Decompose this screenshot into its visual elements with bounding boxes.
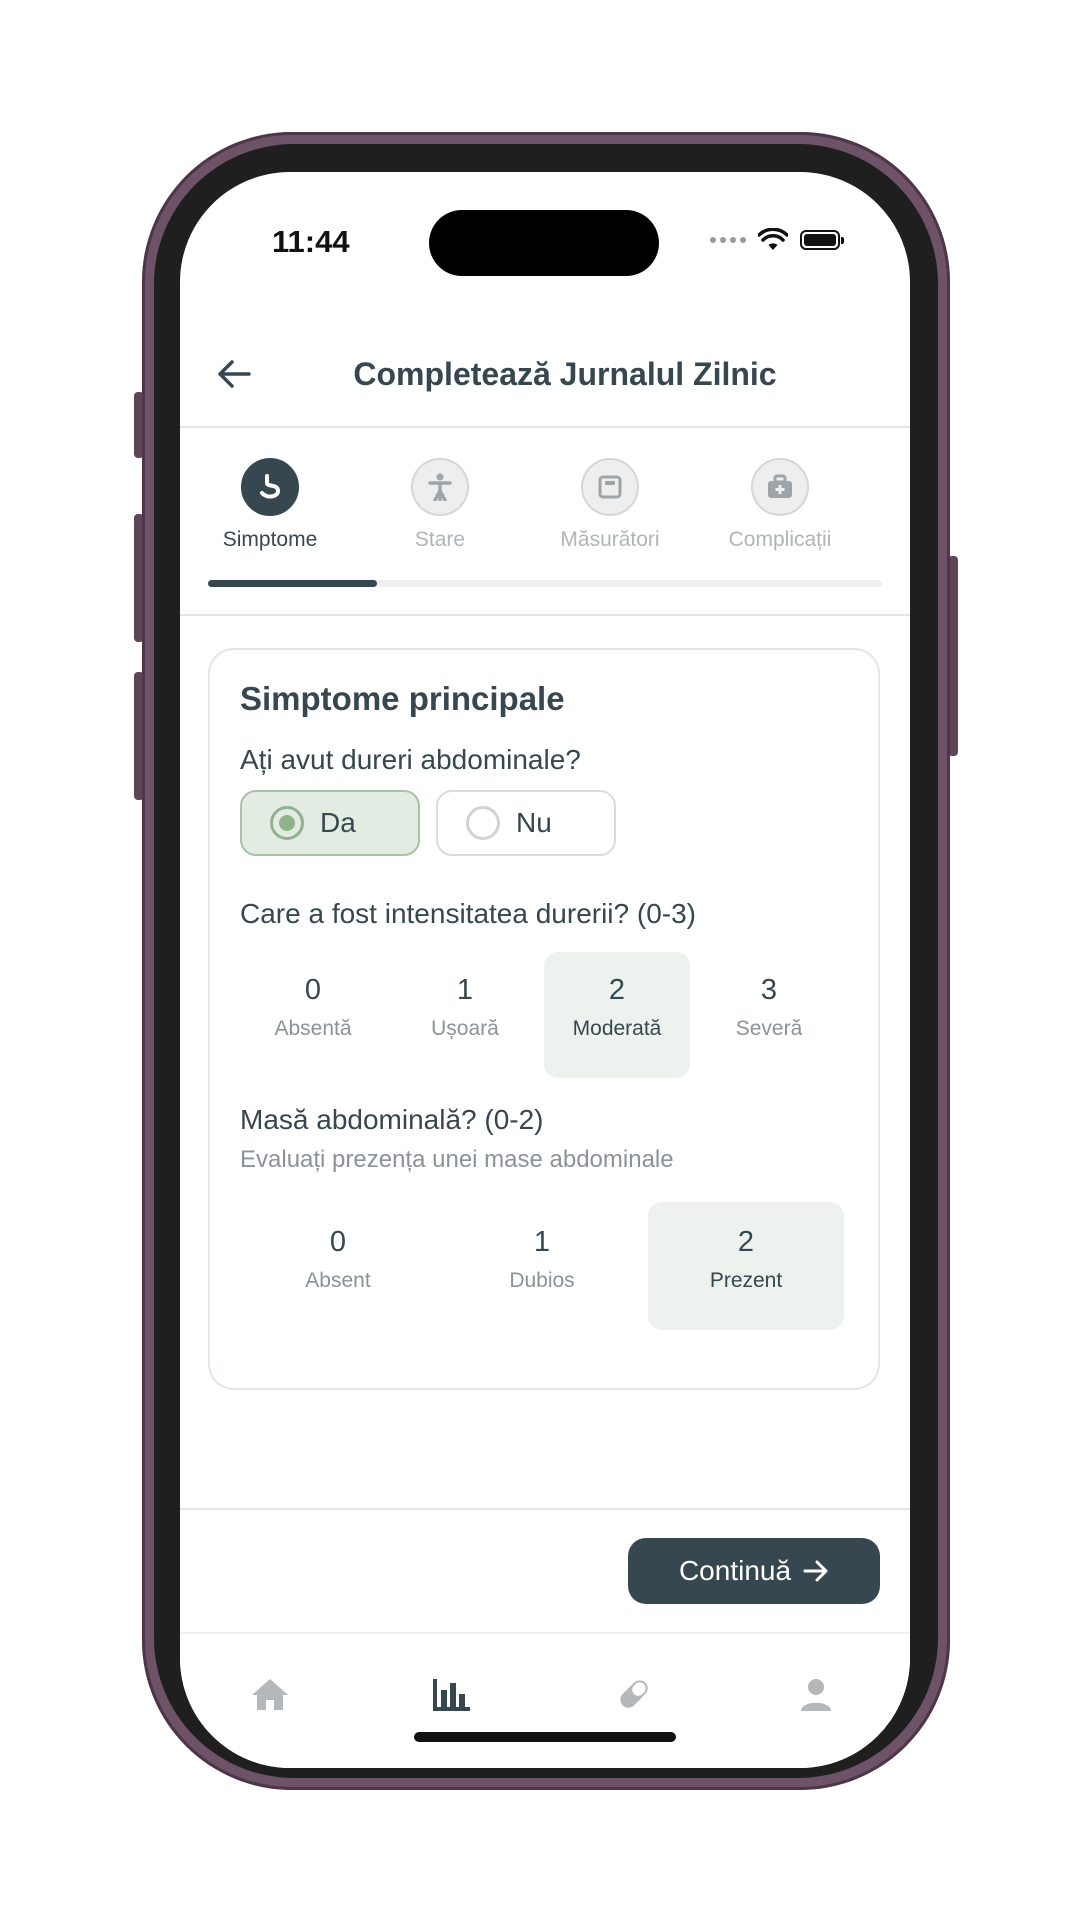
medkit-icon (751, 458, 809, 516)
bottom-nav (180, 1632, 910, 1768)
battery-icon (800, 230, 844, 250)
option-label: Dubios (509, 1269, 575, 1292)
radio-da[interactable]: Da (240, 790, 420, 856)
radio-nu[interactable]: Nu (436, 790, 616, 856)
header-divider (180, 426, 910, 428)
stats-icon (433, 1679, 470, 1711)
pain-intensity-question: Care a fost intensitatea durerii? (0-3) (240, 898, 696, 929)
nav-profile[interactable] (786, 1664, 846, 1724)
card-title: Simptome principale (240, 680, 565, 717)
status-icons (710, 228, 844, 252)
nav-home[interactable] (240, 1664, 300, 1724)
person-icon (411, 458, 469, 516)
nav-medication[interactable] (604, 1664, 664, 1724)
signal-icon (710, 237, 746, 243)
option-value: 0 (329, 1226, 347, 1258)
tabs-divider (180, 614, 910, 616)
tab-stare[interactable]: Stare (355, 458, 525, 552)
option-value: 1 (456, 974, 474, 1006)
option-label: Prezent (709, 1269, 783, 1292)
radio-label: Da (320, 807, 356, 838)
tab-label: Stare (414, 528, 466, 551)
abdominal-pain-question: Ați avut dureri abdominale? (240, 744, 581, 775)
radio-icon (270, 806, 304, 840)
option-value: 0 (304, 974, 322, 1006)
option-label: Ușoară (431, 1017, 499, 1040)
pain-intensity-scale: 0 Absentă 1 Ușoară 2 Moderată 3 Severă (240, 952, 842, 1078)
option-value: 1 (533, 1226, 551, 1258)
mass-option-2[interactable]: 2 Prezent (648, 1202, 844, 1330)
home-indicator (414, 1732, 676, 1742)
intensity-option-2[interactable]: 2 Moderată (544, 952, 690, 1078)
scale-icon (581, 458, 639, 516)
wifi-icon (758, 228, 788, 250)
abdominal-mass-subtitle: Evaluați prezența unei mase abdominale (240, 1146, 674, 1173)
status-time: 11:44 (272, 224, 350, 259)
intensity-option-1[interactable]: 1 Ușoară (392, 952, 538, 1078)
continue-label: Continuă (678, 1555, 792, 1586)
abdominal-mass-scale: 0 Absent 1 Dubios 2 Prezent (240, 1202, 844, 1330)
option-value: 2 (608, 974, 626, 1006)
option-label: Moderată (572, 1017, 662, 1040)
radio-icon (466, 806, 500, 840)
home-icon (252, 1679, 288, 1710)
continue-button[interactable]: Continuă (628, 1538, 880, 1604)
step-progress (208, 580, 882, 587)
footer-divider (180, 1508, 910, 1510)
tab-complicatii[interactable]: Complicații (695, 458, 865, 552)
radio-label: Nu (516, 807, 552, 838)
abdominal-mass-question: Masă abdominală? (0-2) (240, 1104, 544, 1135)
step-tabs: Simptome Stare Măsurători Complicații (180, 458, 910, 568)
dynamic-island (429, 210, 659, 276)
symptoms-card: Simptome principale Ați avut dureri abdo… (208, 648, 880, 1390)
option-label: Absentă (274, 1017, 352, 1040)
tab-label: Simptome (222, 528, 318, 551)
mass-option-1[interactable]: 1 Dubios (444, 1202, 640, 1330)
tab-simptome[interactable]: Simptome (185, 458, 355, 552)
app-header: Completează Jurnalul Zilnic (180, 332, 910, 438)
screen: 11:44 Completează Jurnalul Zilnic Simpto… (180, 172, 910, 1768)
mass-option-0[interactable]: 0 Absent (240, 1202, 436, 1330)
option-label: Absent (305, 1269, 371, 1292)
tab-label: Complicații (728, 528, 832, 551)
option-value: 2 (737, 1226, 755, 1258)
option-label: Severă (735, 1017, 803, 1040)
nav-stats[interactable] (422, 1664, 482, 1724)
arrow-right-icon (803, 1560, 828, 1582)
step-progress-fill (208, 580, 377, 587)
option-value: 3 (760, 974, 778, 1006)
profile-icon (801, 1679, 831, 1711)
stomach-icon (241, 458, 299, 516)
tab-masuratori[interactable]: Măsurători (525, 458, 695, 552)
intensity-option-0[interactable]: 0 Absentă (240, 952, 386, 1078)
page-title: Completează Jurnalul Zilnic (353, 356, 777, 392)
tab-label: Măsurători (560, 528, 660, 551)
pill-icon (620, 1680, 648, 1708)
intensity-option-3[interactable]: 3 Severă (696, 952, 842, 1078)
